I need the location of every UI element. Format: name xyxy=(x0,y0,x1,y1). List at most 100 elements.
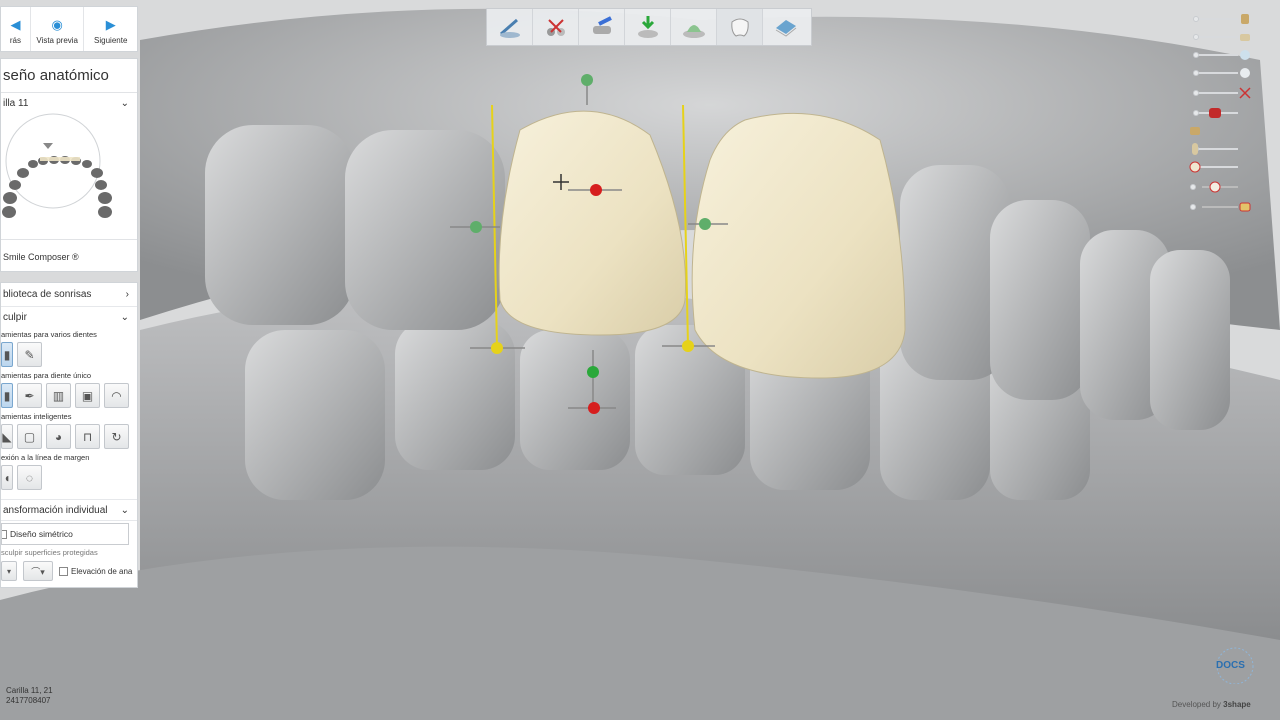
margin-tools-label: exión a la línea de margen xyxy=(1,453,90,462)
shape-dropdown-button[interactable]: ⌒▾ xyxy=(23,561,53,581)
wax-knife-icon: ✎ xyxy=(24,347,35,362)
protected-surfaces-label: sculpir superficies protegidas xyxy=(1,548,98,557)
insertion-direction-icon xyxy=(592,16,612,34)
preview-button[interactable]: ◉ Vista previa xyxy=(31,7,85,51)
chevron-down-icon: ⌄ xyxy=(120,97,129,109)
smart-tool-1-button[interactable]: ◣ xyxy=(1,424,13,449)
transform-section-header[interactable]: ansformación individual ⌄ xyxy=(1,499,137,521)
developed-by: Developed by 3shape xyxy=(1172,700,1251,709)
back-button[interactable]: ◀ rás xyxy=(1,7,31,51)
smart-tool-3-button[interactable]: ◕ xyxy=(46,424,71,449)
smile-composer-item[interactable]: Smile Composer ® xyxy=(1,239,137,273)
smart-tool-2-button[interactable]: ▢ xyxy=(17,424,42,449)
curve-icon: ⌒▾ xyxy=(31,566,45,577)
multi-tool-2-button[interactable]: ✎ xyxy=(17,342,42,367)
case-teeth-label: Carilla 11, 21 xyxy=(6,686,53,695)
download-model-icon xyxy=(637,16,658,38)
visibility-sliders xyxy=(1188,10,1258,220)
smart-tool-5-button[interactable]: ↻ xyxy=(104,424,129,449)
layer-slider-5[interactable] xyxy=(1188,86,1258,100)
insertion-direction-button[interactable] xyxy=(579,9,625,45)
tooth-layer-icon xyxy=(1240,68,1250,78)
margin-line-icon xyxy=(499,18,520,38)
die-model-button[interactable] xyxy=(671,9,717,45)
smile-library-header[interactable]: blioteca de sonrisas › xyxy=(1,283,137,307)
dental-scan-render[interactable] xyxy=(0,0,1280,720)
layer-slider-10[interactable] xyxy=(1188,180,1258,194)
single-tools-row: ▮ ✒ ▥ ▣ ◠ xyxy=(1,382,137,409)
margin-icon: ◖ xyxy=(3,470,11,485)
margin-tools-row: ◖ ◌ xyxy=(1,464,137,491)
transform-options-row: ▾ ⌒▾ Elevación de ana xyxy=(1,559,137,583)
multi-tools-label: amientas para varios dientes xyxy=(1,330,97,339)
rotate-icon: ↻ xyxy=(111,429,122,444)
smart-tool-4-button[interactable]: ⊓ xyxy=(75,424,100,449)
layer-slider-9[interactable] xyxy=(1188,160,1258,174)
layer-slider-3[interactable] xyxy=(1188,48,1258,62)
arrow-left-icon: ◀ xyxy=(10,17,21,32)
cut-icon xyxy=(546,19,565,36)
download-model-button[interactable] xyxy=(625,9,671,45)
tooth-icon: ▮ xyxy=(3,347,11,362)
shape-icon: ◣ xyxy=(2,429,12,444)
margin-tool-1-button[interactable]: ◖ xyxy=(1,465,13,490)
multi-tool-1-button[interactable]: ▮ xyxy=(1,342,13,367)
scissors-icon xyxy=(1239,87,1251,99)
sculpt-tools-panel: blioteca de sonrisas › culpir ⌄ amientas… xyxy=(0,282,138,588)
veneer-tooth-21[interactable] xyxy=(691,112,906,379)
next-button[interactable]: ▶ Siguiente xyxy=(84,7,137,51)
surface-icon: ▢ xyxy=(23,429,36,444)
remove-material-icon: ▣ xyxy=(81,388,94,403)
tooth-icon xyxy=(1189,161,1201,173)
layer-slider-2[interactable] xyxy=(1188,30,1258,44)
tooth-selector[interactable]: illa 11 ⌄ xyxy=(1,93,137,113)
gingiva-icon xyxy=(1209,108,1221,118)
multi-tools-row: ▮ ✎ xyxy=(1,341,137,368)
symmetric-design-checkbox[interactable]: Diseño simétrico xyxy=(1,523,129,545)
checkbox-icon xyxy=(59,566,68,576)
scan-layer-button[interactable] xyxy=(763,9,809,45)
tooth-diagram[interactable] xyxy=(1,113,137,233)
status-info: Carilla 11, 21 2417708407 xyxy=(6,686,53,706)
smart-tools-row: ◣ ▢ ◕ ⊓ ↻ xyxy=(1,423,137,450)
implant-icon xyxy=(1190,127,1200,135)
arrow-right-icon: ▶ xyxy=(105,17,116,32)
die-model-icon xyxy=(682,25,705,38)
tooth-icon xyxy=(1209,181,1221,193)
single-tool-5-button[interactable]: ◠ xyxy=(104,383,129,408)
margin-tool-2-button[interactable]: ◌ xyxy=(17,465,42,490)
single-tool-1-button[interactable]: ▮ xyxy=(1,383,13,408)
layer-slider-4[interactable] xyxy=(1188,66,1258,80)
single-tool-3-button[interactable]: ▥ xyxy=(46,383,71,408)
tooth-icon: ◌ xyxy=(25,470,34,485)
checkbox-icon xyxy=(2,529,7,539)
single-tool-4-button[interactable]: ▣ xyxy=(75,383,100,408)
chevron-right-icon: › xyxy=(125,289,129,300)
layer-slider-8[interactable] xyxy=(1188,142,1258,156)
jaw-layer-icon xyxy=(1240,34,1250,41)
brush-dropdown-button[interactable]: ▾ xyxy=(1,561,17,581)
smooth-icon: ◠ xyxy=(111,388,122,403)
scan-layer-icon xyxy=(775,20,797,37)
layer-slider-1[interactable] xyxy=(1188,12,1258,26)
page-title: seño anatómico xyxy=(1,59,137,93)
add-material-icon: ▥ xyxy=(52,388,65,403)
layer-slider-7[interactable] xyxy=(1188,124,1258,138)
case-id-label: 2417708407 xyxy=(6,696,51,705)
eye-icon: ◉ xyxy=(51,17,63,32)
sculpt-section-header[interactable]: culpir ⌄ xyxy=(1,307,137,327)
tooth-icon xyxy=(1192,143,1198,155)
tooth-icon: ▮ xyxy=(3,388,11,403)
tooth-design-button[interactable] xyxy=(717,9,763,45)
contact-icon: ◕ xyxy=(54,429,63,444)
elevation-checkbox[interactable]: Elevación de ana xyxy=(59,566,132,576)
single-tool-2-button[interactable]: ✒ xyxy=(17,383,42,408)
single-tools-label: amientas para diente único xyxy=(1,371,92,380)
3d-viewport[interactable] xyxy=(0,0,1280,720)
tooth-layer-icon xyxy=(1240,50,1250,60)
margin-line-button[interactable] xyxy=(487,9,533,45)
layer-slider-11[interactable] xyxy=(1188,200,1258,214)
cut-button[interactable] xyxy=(533,9,579,45)
layer-slider-6[interactable] xyxy=(1188,106,1258,120)
design-panel: seño anatómico illa 11 ⌄ Smile Composer … xyxy=(0,58,138,272)
